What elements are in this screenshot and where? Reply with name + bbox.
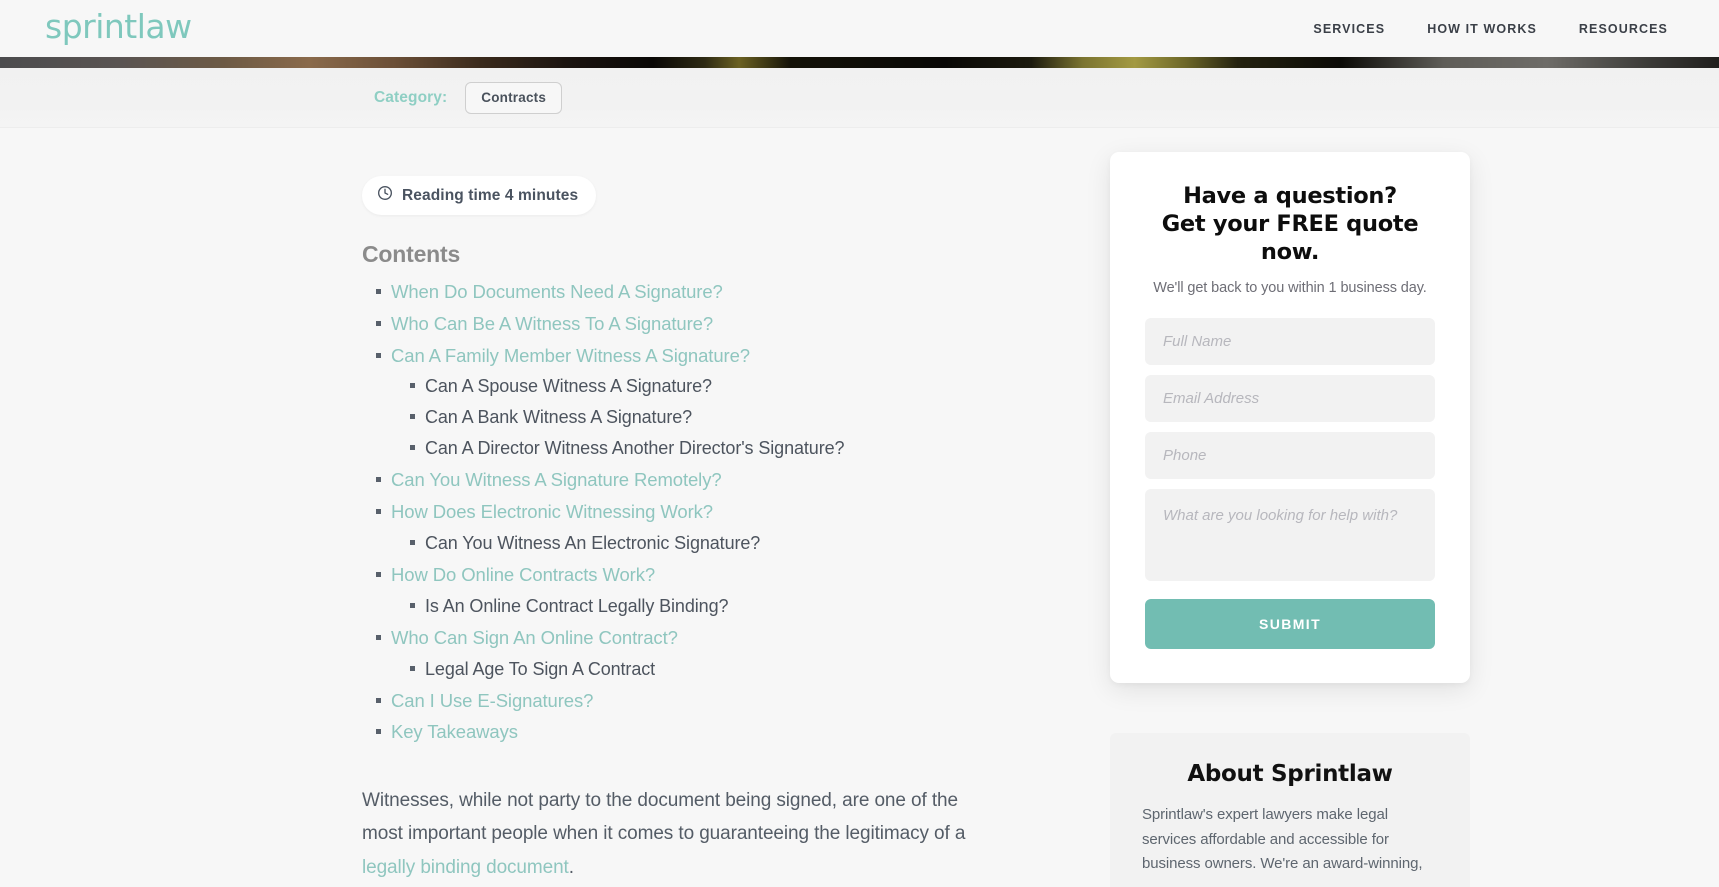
bullet-icon: [410, 602, 415, 608]
sidebar-column: Have a question? Get your FREE quote now…: [1110, 152, 1470, 887]
category-bar: Category: Contracts: [0, 68, 1719, 128]
toc-link[interactable]: Legal Age To Sign A Contract: [425, 657, 655, 683]
nav-item-how-it-works[interactable]: HOW IT WORKS: [1427, 22, 1537, 36]
bullet-icon: [376, 697, 381, 703]
about-text: Sprintlaw's expert lawyers make legal se…: [1142, 806, 1423, 872]
legally-binding-document-link[interactable]: legally binding document: [362, 857, 569, 878]
bullet-icon: [410, 445, 415, 451]
bullet-icon: [410, 414, 415, 420]
toc-item[interactable]: When Do Documents Need A Signature?: [362, 279, 1042, 305]
toc-item[interactable]: How Do Online Contracts Work?: [362, 562, 1042, 588]
toc-link[interactable]: Can A Family Member Witness A Signature?: [391, 343, 750, 369]
quote-form-subtitle: We'll get back to you within 1 business …: [1153, 280, 1427, 297]
toc-link[interactable]: Can I Use E-Signatures?: [391, 688, 593, 714]
full-name-input[interactable]: [1145, 318, 1435, 366]
nav-item-services[interactable]: SERVICES: [1313, 22, 1385, 36]
toc-item[interactable]: Can A Family Member Witness A Signature?: [362, 343, 1042, 369]
category-chip-contracts[interactable]: Contracts: [465, 81, 563, 114]
reading-time-badge: Reading time 4 minutes: [362, 176, 597, 215]
bullet-icon: [376, 729, 381, 735]
toc-item[interactable]: Can A Spouse Witness A Signature?: [362, 374, 1042, 400]
quote-form-card: Have a question? Get your FREE quote now…: [1110, 152, 1470, 684]
quote-title-line-2: Get your FREE quote now.: [1161, 211, 1419, 266]
paragraph-1-text-after: .: [568, 857, 574, 879]
hero-banner-image: [0, 57, 1719, 68]
quote-title-line-1: Have a question?: [1183, 183, 1397, 209]
bullet-icon: [376, 352, 381, 358]
nav-item-resources[interactable]: RESOURCES: [1579, 22, 1668, 36]
main-navigation: SERVICES HOW IT WORKS RESOURCES: [1313, 22, 1674, 36]
toc-link[interactable]: When Do Documents Need A Signature?: [391, 279, 723, 305]
toc-link[interactable]: Is An Online Contract Legally Binding?: [425, 594, 728, 620]
toc-item[interactable]: Is An Online Contract Legally Binding?: [362, 594, 1042, 620]
toc-item[interactable]: Can A Director Witness Another Director'…: [362, 436, 1042, 462]
toc-link[interactable]: Key Takeaways: [391, 719, 518, 745]
bullet-icon: [376, 320, 381, 326]
toc-item[interactable]: Who Can Sign An Online Contract?: [362, 625, 1042, 651]
paragraph-1-text-before: Witnesses, while not party to the docume…: [362, 789, 966, 845]
contents-heading: Contents: [362, 241, 461, 267]
bullet-icon: [376, 509, 381, 515]
toc-item[interactable]: Who Can Be A Witness To A Signature?: [362, 311, 1042, 337]
toc-item[interactable]: Can I Use E-Signatures?: [362, 688, 1042, 714]
message-textarea[interactable]: [1145, 489, 1435, 582]
toc-link[interactable]: Can A Bank Witness A Signature?: [425, 405, 692, 431]
bullet-icon: [410, 383, 415, 389]
bullet-icon: [410, 665, 415, 671]
toc-item[interactable]: Key Takeaways: [362, 719, 1042, 745]
phone-input[interactable]: [1145, 432, 1435, 480]
bullet-icon: [376, 634, 381, 640]
table-of-contents: When Do Documents Need A Signature? Who …: [362, 279, 1042, 746]
toc-link[interactable]: Can You Witness A Signature Remotely?: [391, 467, 722, 493]
toc-item[interactable]: Can You Witness An Electronic Signature?: [362, 531, 1042, 557]
toc-link[interactable]: Can A Director Witness Another Director'…: [425, 436, 845, 462]
bullet-icon: [376, 572, 381, 578]
toc-link[interactable]: Who Can Sign An Online Contract?: [391, 625, 678, 651]
toc-item[interactable]: Can You Witness A Signature Remotely?: [362, 467, 1042, 493]
category-label: Category:: [374, 88, 448, 106]
reading-time-text: Reading time 4 minutes: [402, 186, 579, 204]
clock-icon: [377, 185, 393, 206]
page-body: Reading time 4 minutes Contents When Do …: [0, 128, 1719, 887]
toc-link[interactable]: How Do Online Contracts Work?: [391, 562, 655, 588]
site-header: sprintlaw SERVICES HOW IT WORKS RESOURCE…: [0, 0, 1719, 57]
toc-item[interactable]: Legal Age To Sign A Contract: [362, 657, 1042, 683]
email-address-input[interactable]: [1145, 375, 1435, 423]
article-column: Reading time 4 minutes Contents When Do …: [362, 176, 1042, 887]
toc-link[interactable]: Can A Spouse Witness A Signature?: [425, 374, 712, 400]
toc-link[interactable]: How Does Electronic Witnessing Work?: [391, 499, 713, 525]
quote-form-title: Have a question? Get your FREE quote now…: [1145, 182, 1435, 266]
toc-link[interactable]: Who Can Be A Witness To A Signature?: [391, 311, 713, 337]
toc-item[interactable]: How Does Electronic Witnessing Work?: [362, 499, 1042, 525]
toc-link[interactable]: Can You Witness An Electronic Signature?: [425, 531, 760, 557]
about-title: About Sprintlaw: [1187, 761, 1393, 788]
bullet-icon: [376, 477, 381, 483]
about-sprintlaw-card: About Sprintlaw Sprintlaw's expert lawye…: [1110, 733, 1470, 887]
submit-button[interactable]: SUBMIT: [1145, 599, 1435, 650]
bullet-icon: [410, 539, 415, 545]
toc-item[interactable]: Can A Bank Witness A Signature?: [362, 405, 1042, 431]
bullet-icon: [376, 289, 381, 294]
sprintlaw-logo[interactable]: sprintlaw: [45, 10, 192, 47]
article-paragraph-1: Witnesses, while not party to the docume…: [362, 784, 987, 885]
